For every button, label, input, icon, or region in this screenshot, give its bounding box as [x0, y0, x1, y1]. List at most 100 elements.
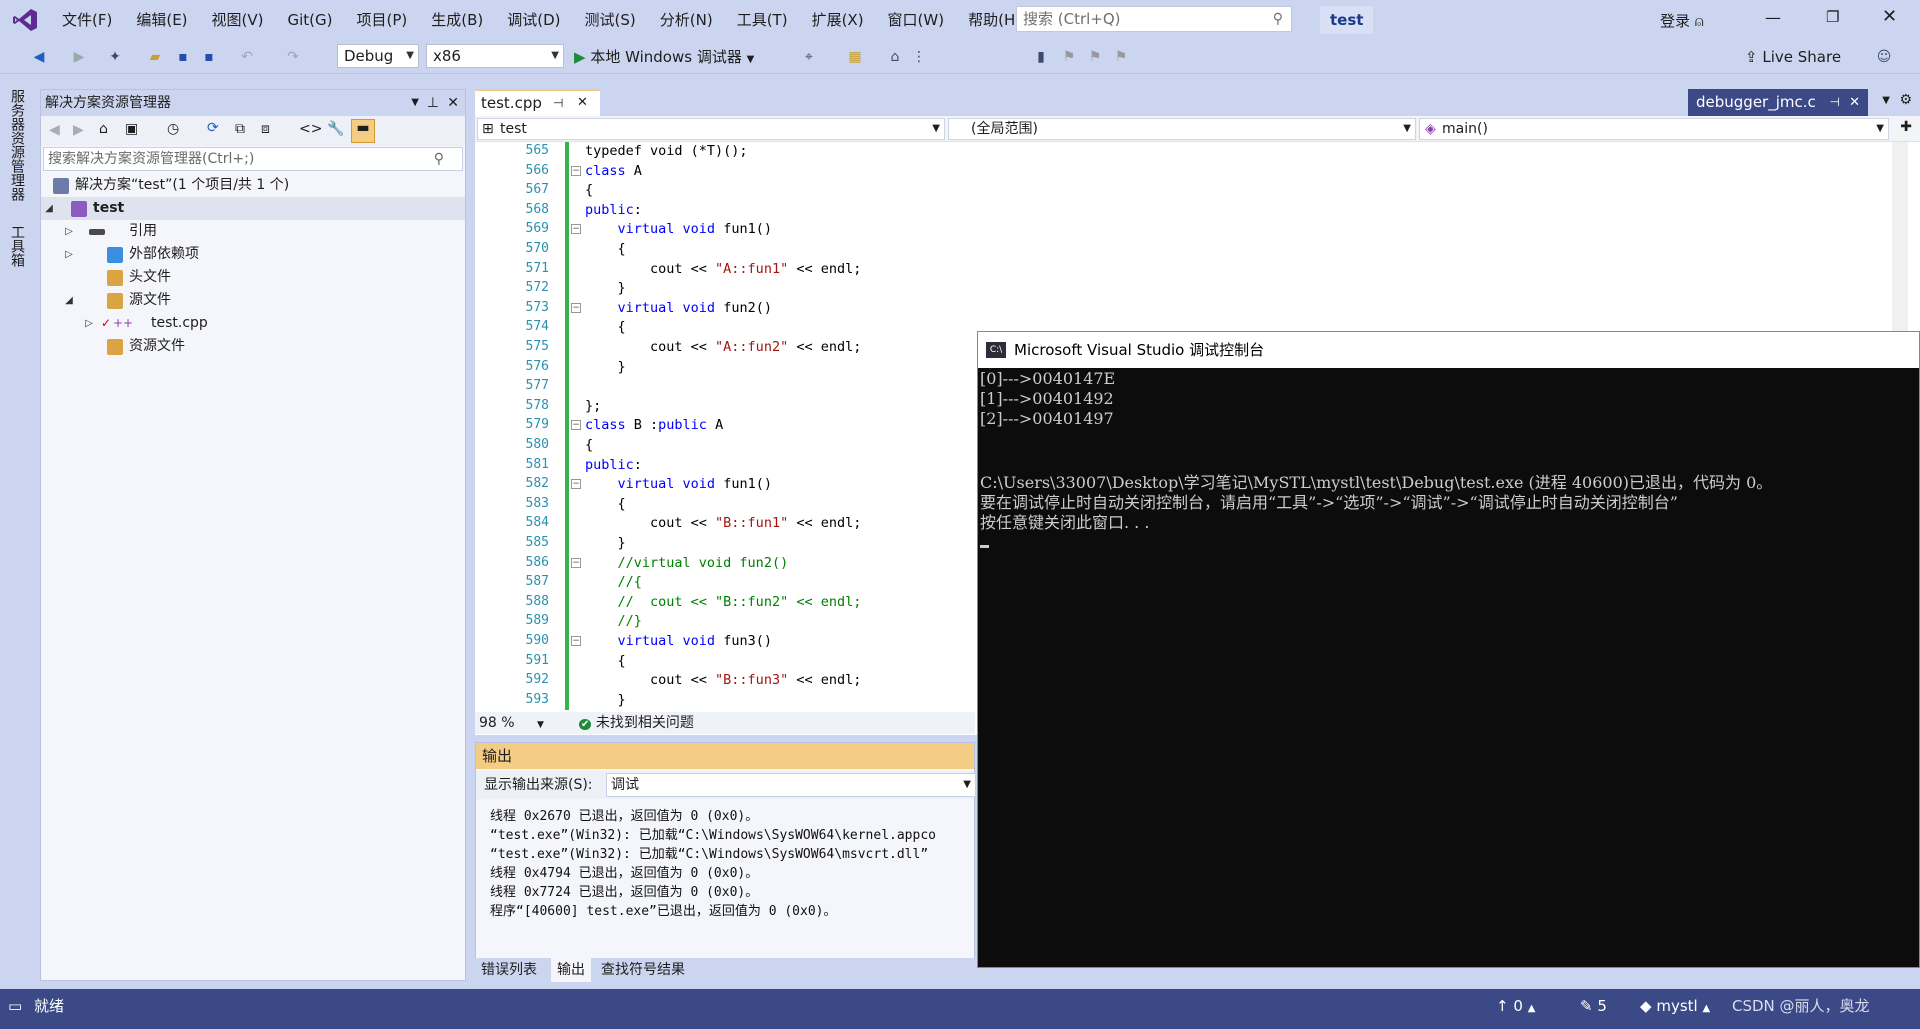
code-icon[interactable]: <>: [299, 121, 322, 137]
nav-project-select[interactable]: ⊞ test ▼: [477, 118, 945, 140]
folder-search-icon[interactable]: ▦: [846, 48, 864, 66]
menu-item[interactable]: 项目(P): [345, 0, 420, 40]
tab-output[interactable]: 输出: [551, 958, 591, 982]
menu-item[interactable]: 文件(F): [50, 0, 124, 40]
restore-button[interactable]: ❐: [1826, 8, 1839, 26]
switch-view-icon[interactable]: ▣: [125, 121, 138, 137]
undo-icon[interactable]: ↶: [238, 48, 256, 66]
tree-item-sources[interactable]: ◢ 源文件: [41, 289, 465, 312]
sync-icon[interactable]: ⟳: [207, 120, 219, 136]
editor-vscrollbar[interactable]: [1892, 142, 1908, 332]
pin-icon[interactable]: ⊣: [553, 91, 563, 115]
tree-item-external-deps[interactable]: ▷ 外部依赖项: [41, 243, 465, 266]
pin-icon[interactable]: ⊥: [427, 90, 439, 116]
tree-item-headers[interactable]: 头文件: [41, 266, 465, 289]
preview-icon[interactable]: ▬: [351, 119, 375, 143]
tab-error-list[interactable]: 错误列表: [475, 958, 543, 982]
config-select[interactable]: Debug ▼: [337, 44, 419, 68]
menu-item[interactable]: Git(G): [276, 0, 345, 40]
expanded-icon[interactable]: ◢: [63, 289, 75, 312]
start-debug-button[interactable]: ▶ 本地 Windows 调试器 ▼: [574, 45, 754, 69]
fold-toggle-icon[interactable]: −: [571, 165, 581, 176]
login-link[interactable]: 登录 ⍝: [1660, 10, 1704, 31]
collapsed-icon[interactable]: ▷: [83, 312, 95, 335]
live-share-button[interactable]: ⇪ Live Share: [1745, 45, 1841, 69]
menu-item[interactable]: 编辑(E): [124, 0, 199, 40]
show-all-icon[interactable]: ⧈: [261, 121, 270, 137]
menu-item[interactable]: 生成(B): [419, 0, 495, 40]
fold-toggle-icon[interactable]: −: [571, 302, 581, 313]
menu-item[interactable]: 测试(S): [573, 0, 648, 40]
collapsed-icon[interactable]: ▷: [63, 243, 75, 266]
new-project-icon[interactable]: ✦: [106, 48, 124, 66]
prev-bookmark-icon[interactable]: ⚑: [1060, 48, 1078, 66]
close-icon[interactable]: ✕: [577, 91, 588, 115]
clear-bookmarks-icon[interactable]: ⚑: [1112, 48, 1130, 66]
settings-icon[interactable]: ⚙: [1899, 92, 1912, 108]
pin-icon[interactable]: ⊣: [1830, 89, 1840, 116]
history-icon[interactable]: ◷: [167, 121, 179, 137]
nav-member-select[interactable]: ◈ main() ▼: [1419, 118, 1889, 140]
push-indicator[interactable]: ↑ 0 ▲: [1496, 989, 1535, 1026]
tree-solution-root[interactable]: 解决方案“test”(1 个项目/共 1 个): [41, 174, 465, 197]
fold-toggle-icon[interactable]: −: [571, 479, 581, 490]
tree-item-references[interactable]: ▷ 引用: [41, 220, 465, 243]
save-all-icon[interactable]: ▪: [200, 48, 218, 66]
search-input[interactable]: 搜索 (Ctrl+Q) ⚲: [1016, 6, 1292, 32]
repo-indicator[interactable]: ◆ mystl ▲: [1640, 989, 1710, 1026]
tree-item-test-cpp[interactable]: ▷ ✓ ++ test.cpp: [41, 312, 465, 335]
next-bookmark-icon[interactable]: ⚑: [1086, 48, 1104, 66]
tree-item-resources[interactable]: 资源文件: [41, 335, 465, 358]
close-icon[interactable]: ✕: [1849, 89, 1860, 116]
nav-scope-select[interactable]: (全局范围) ▼: [948, 118, 1416, 140]
back-icon[interactable]: ◀: [49, 122, 60, 138]
changes-indicator[interactable]: ✎ 5: [1580, 989, 1607, 1023]
debug-console-window[interactable]: C:\ Microsoft Visual Studio 调试控制台 [0]---…: [977, 331, 1920, 968]
tab-find-symbol[interactable]: 查找符号结果: [595, 958, 691, 982]
menu-item[interactable]: 调试(D): [495, 0, 572, 40]
save-icon[interactable]: ▪: [174, 48, 192, 66]
issues-indicator[interactable]: ✔ 未找到相关问题: [579, 712, 694, 736]
menu-item[interactable]: 视图(V): [200, 0, 276, 40]
tab-overflow-icon[interactable]: ▼: [1882, 95, 1890, 106]
collapsed-icon[interactable]: ▷: [63, 220, 75, 243]
expanded-icon[interactable]: ◢: [43, 197, 55, 220]
forward-icon[interactable]: ▶: [73, 122, 84, 138]
output-source-select[interactable]: 调试 ▼: [606, 773, 976, 797]
tab-test-cpp[interactable]: test.cpp ⊣ ✕: [475, 89, 600, 116]
vs-logo-icon[interactable]: [0, 0, 50, 40]
fold-toggle-icon[interactable]: −: [571, 224, 581, 235]
redo-icon[interactable]: ↷: [284, 48, 302, 66]
menu-item[interactable]: 窗口(W): [876, 0, 957, 40]
tree-icon[interactable]: ⋮: [910, 48, 928, 66]
tree-project[interactable]: ◢ test: [41, 197, 465, 220]
tab-debugger-jmc[interactable]: debugger_jmc.c ⊣ ✕: [1688, 89, 1868, 116]
properties-icon[interactable]: 🔧: [327, 121, 344, 137]
feedback-icon[interactable]: ☺: [1875, 48, 1893, 66]
server-explorer-tab[interactable]: 服务器资源管理器: [7, 89, 27, 201]
close-icon[interactable]: ✕: [447, 90, 459, 116]
split-icon[interactable]: ✚: [1900, 119, 1912, 135]
menu-item[interactable]: 分析(N): [648, 0, 725, 40]
attach-icon[interactable]: ⌖: [800, 48, 818, 66]
collapse-icon[interactable]: ⧉: [235, 121, 245, 137]
fold-toggle-icon[interactable]: −: [571, 420, 581, 431]
toolbox-tab[interactable]: 工具箱: [7, 225, 27, 267]
dropdown-icon[interactable]: ▼: [411, 90, 419, 116]
browser-link-icon[interactable]: ⌂: [886, 48, 904, 66]
bookmark-icon[interactable]: ▮: [1032, 48, 1050, 66]
fold-toggle-icon[interactable]: −: [571, 557, 581, 568]
open-icon[interactable]: ▰: [146, 48, 164, 66]
home-icon[interactable]: ⌂: [99, 121, 108, 137]
close-button[interactable]: ✕: [1882, 6, 1897, 27]
back-icon[interactable]: ◀: [30, 48, 48, 66]
platform-select[interactable]: x86 ▼: [426, 44, 564, 68]
solution-search-input[interactable]: 搜索解决方案资源管理器(Ctrl+;) ⚲: [43, 147, 463, 171]
fold-toggle-icon[interactable]: −: [571, 636, 581, 646]
zoom-select[interactable]: 98 % ▼: [479, 712, 544, 736]
minimize-button[interactable]: —: [1765, 8, 1781, 27]
line-number: 565: [525, 143, 549, 158]
forward-icon[interactable]: ▶: [70, 48, 88, 66]
menu-item[interactable]: 工具(T): [725, 0, 800, 40]
menu-item[interactable]: 扩展(X): [800, 0, 876, 40]
